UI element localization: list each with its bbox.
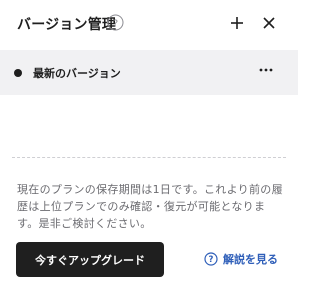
svg-text:?: ? [209, 255, 214, 265]
version-label: 最新のバージョン [33, 67, 121, 80]
retention-notice: 現在のプランの保存期間は1日です。これより前の履歴は上位プランでのみ確認・復元が… [17, 183, 283, 230]
more-options-button[interactable] [255, 62, 277, 78]
help-circle-icon: ? [204, 252, 218, 266]
plus-icon [231, 17, 243, 29]
close-icon [263, 17, 275, 29]
section-divider [12, 157, 286, 158]
svg-text:?: ? [113, 18, 118, 29]
help-circle-icon[interactable]: ? [107, 14, 124, 31]
version-management-panel: バージョン管理 ? 最新のバージョン 現在のプランの保存期間は1日です。これより… [0, 0, 298, 293]
panel-title: バージョン管理 [17, 17, 117, 33]
current-version-dot-icon [14, 69, 22, 77]
more-horizontal-icon [259, 68, 273, 72]
explanation-link-label: 解説を見る [223, 253, 278, 266]
add-version-button[interactable] [227, 13, 247, 33]
version-list-item[interactable]: 最新のバージョン [0, 50, 298, 95]
explanation-link[interactable]: ? 解説を見る [204, 250, 278, 268]
close-button[interactable] [259, 13, 279, 33]
upgrade-button[interactable]: 今すぐアップグレード [16, 242, 164, 277]
panel-header: バージョン管理 ? [0, 0, 298, 46]
